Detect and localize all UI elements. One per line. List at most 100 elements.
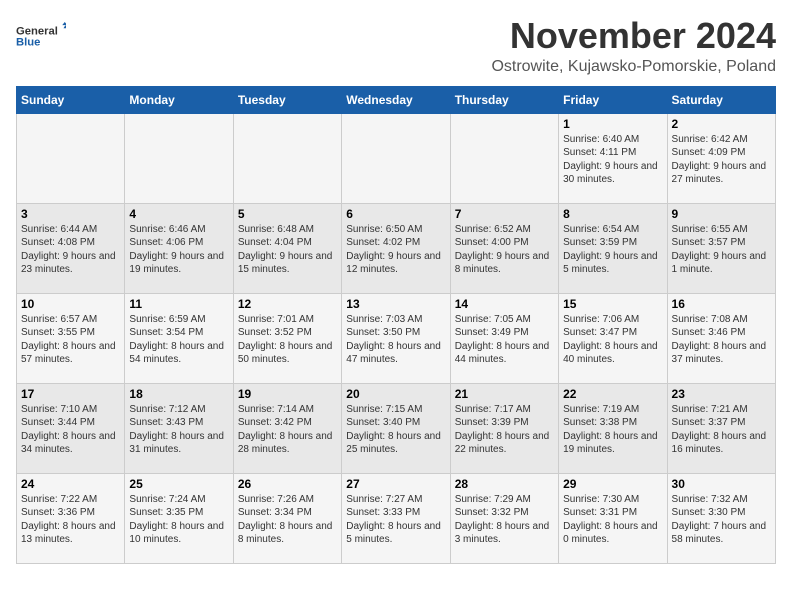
calendar-cell-4-0: 24Sunrise: 7:22 AM Sunset: 3:36 PM Dayli…	[17, 473, 125, 563]
calendar-cell-1-6: 9 Sunrise: 6:55 AM Sunset: 3:57 PM Daylig…	[667, 203, 775, 293]
day-number: 7	[455, 207, 554, 221]
svg-text:General: General	[16, 25, 58, 37]
day-info: Sunrise: 6:40 AM Sunset: 4:11 PM Dayligh…	[563, 133, 662, 187]
weekday-header-friday: Friday	[559, 86, 667, 113]
day-number: 10	[21, 297, 120, 311]
logo-svg: General Blue	[16, 16, 66, 56]
calendar-cell-1-1: 4Sunrise: 6:46 AM Sunset: 4:06 PM Daylig…	[125, 203, 233, 293]
calendar-cell-3-1: 18 Sunrise: 7:12 AM Sunset: 3:43 PM Dayli…	[125, 383, 233, 473]
day-number: 1	[563, 117, 662, 131]
day-info: Sunrise: 7:12 AM Sunset: 3:43 PM Dayligh…	[129, 403, 228, 457]
calendar-cell-2-4: 14Sunrise: 7:05 AM Sunset: 3:49 PM Dayli…	[450, 293, 558, 383]
calendar-cell-2-2: 12Sunrise: 7:01 AM Sunset: 3:52 PM Dayli…	[233, 293, 341, 383]
week-row-2: 3 Sunrise: 6:44 AM Sunset: 4:08 PM Daylig…	[17, 203, 776, 293]
calendar-cell-0-0	[17, 113, 125, 203]
day-info: Sunrise: 6:50 AM Sunset: 4:02 PM Dayligh…	[346, 223, 445, 277]
calendar-cell-4-5: 29 Sunrise: 7:30 AM Sunset: 3:31 PM Dayli…	[559, 473, 667, 563]
calendar-table: SundayMondayTuesdayWednesdayThursdayFrid…	[16, 86, 776, 564]
location: Ostrowite, Kujawsko-Pomorskie, Poland	[491, 58, 776, 76]
title-block: November 2024 Ostrowite, Kujawsko-Pomors…	[491, 16, 776, 76]
day-number: 28	[455, 477, 554, 491]
calendar-cell-0-2	[233, 113, 341, 203]
calendar-cell-2-3: 13Sunrise: 7:03 AM Sunset: 3:50 PM Dayli…	[342, 293, 450, 383]
day-info: Sunrise: 6:57 AM Sunset: 3:55 PM Dayligh…	[21, 313, 120, 367]
month-title: November 2024	[491, 16, 776, 56]
calendar-cell-3-6: 23 Sunrise: 7:21 AM Sunset: 3:37 PM Dayli…	[667, 383, 775, 473]
calendar-cell-1-3: 6 Sunrise: 6:50 AM Sunset: 4:02 PM Daylig…	[342, 203, 450, 293]
calendar-cell-0-6: 2 Sunrise: 6:42 AM Sunset: 4:09 PM Daylig…	[667, 113, 775, 203]
day-info: Sunrise: 6:48 AM Sunset: 4:04 PM Dayligh…	[238, 223, 337, 277]
day-number: 22	[563, 387, 662, 401]
day-info: Sunrise: 7:14 AM Sunset: 3:42 PM Dayligh…	[238, 403, 337, 457]
day-info: Sunrise: 7:32 AM Sunset: 3:30 PM Dayligh…	[672, 493, 771, 547]
calendar-cell-2-6: 16 Sunrise: 7:08 AM Sunset: 3:46 PM Dayli…	[667, 293, 775, 383]
weekday-header-row: SundayMondayTuesdayWednesdayThursdayFrid…	[17, 86, 776, 113]
day-info: Sunrise: 7:01 AM Sunset: 3:52 PM Dayligh…	[238, 313, 337, 367]
calendar-cell-1-4: 7 Sunrise: 6:52 AM Sunset: 4:00 PM Daylig…	[450, 203, 558, 293]
day-number: 3	[21, 207, 120, 221]
day-info: Sunrise: 7:22 AM Sunset: 3:36 PM Dayligh…	[21, 493, 120, 547]
logo: General Blue	[16, 16, 66, 56]
day-info: Sunrise: 7:27 AM Sunset: 3:33 PM Dayligh…	[346, 493, 445, 547]
day-info: Sunrise: 6:52 AM Sunset: 4:00 PM Dayligh…	[455, 223, 554, 277]
day-number: 14	[455, 297, 554, 311]
day-number: 2	[672, 117, 771, 131]
day-number: 11	[129, 297, 228, 311]
day-info: Sunrise: 6:55 AM Sunset: 3:57 PM Dayligh…	[672, 223, 771, 277]
day-info: Sunrise: 7:19 AM Sunset: 3:38 PM Dayligh…	[563, 403, 662, 457]
day-info: Sunrise: 7:26 AM Sunset: 3:34 PM Dayligh…	[238, 493, 337, 547]
calendar-cell-0-4	[450, 113, 558, 203]
day-info: Sunrise: 7:30 AM Sunset: 3:31 PM Dayligh…	[563, 493, 662, 547]
day-info: Sunrise: 6:44 AM Sunset: 4:08 PM Dayligh…	[21, 223, 120, 277]
day-info: Sunrise: 7:08 AM Sunset: 3:46 PM Dayligh…	[672, 313, 771, 367]
calendar-cell-4-3: 27 Sunrise: 7:27 AM Sunset: 3:33 PM Dayli…	[342, 473, 450, 563]
day-number: 15	[563, 297, 662, 311]
calendar-cell-3-4: 21Sunrise: 7:17 AM Sunset: 3:39 PM Dayli…	[450, 383, 558, 473]
calendar-cell-3-5: 22 Sunrise: 7:19 AM Sunset: 3:38 PM Dayli…	[559, 383, 667, 473]
day-number: 16	[672, 297, 771, 311]
day-number: 19	[238, 387, 337, 401]
day-info: Sunrise: 6:42 AM Sunset: 4:09 PM Dayligh…	[672, 133, 771, 187]
week-row-4: 17Sunrise: 7:10 AM Sunset: 3:44 PM Dayli…	[17, 383, 776, 473]
day-info: Sunrise: 7:29 AM Sunset: 3:32 PM Dayligh…	[455, 493, 554, 547]
svg-text:Blue: Blue	[16, 37, 40, 49]
calendar-cell-2-5: 15 Sunrise: 7:06 AM Sunset: 3:47 PM Dayli…	[559, 293, 667, 383]
calendar-cell-0-3	[342, 113, 450, 203]
calendar-cell-2-1: 11Sunrise: 6:59 AM Sunset: 3:54 PM Dayli…	[125, 293, 233, 383]
calendar-cell-3-3: 20Sunrise: 7:15 AM Sunset: 3:40 PM Dayli…	[342, 383, 450, 473]
day-info: Sunrise: 7:10 AM Sunset: 3:44 PM Dayligh…	[21, 403, 120, 457]
calendar-cell-4-6: 30 Sunrise: 7:32 AM Sunset: 3:30 PM Dayli…	[667, 473, 775, 563]
day-number: 18	[129, 387, 228, 401]
calendar-cell-4-2: 26 Sunrise: 7:26 AM Sunset: 3:34 PM Dayli…	[233, 473, 341, 563]
calendar-cell-4-4: 28 Sunrise: 7:29 AM Sunset: 3:32 PM Dayli…	[450, 473, 558, 563]
weekday-header-thursday: Thursday	[450, 86, 558, 113]
day-number: 21	[455, 387, 554, 401]
day-number: 20	[346, 387, 445, 401]
day-number: 23	[672, 387, 771, 401]
day-info: Sunrise: 6:54 AM Sunset: 3:59 PM Dayligh…	[563, 223, 662, 277]
day-info: Sunrise: 7:06 AM Sunset: 3:47 PM Dayligh…	[563, 313, 662, 367]
week-row-1: 1 Sunrise: 6:40 AM Sunset: 4:11 PM Daylig…	[17, 113, 776, 203]
day-number: 6	[346, 207, 445, 221]
day-number: 8	[563, 207, 662, 221]
day-number: 30	[672, 477, 771, 491]
page-header: General Blue November 2024 Ostrowite, Ku…	[16, 16, 776, 76]
weekday-header-sunday: Sunday	[17, 86, 125, 113]
calendar-cell-3-0: 17Sunrise: 7:10 AM Sunset: 3:44 PM Dayli…	[17, 383, 125, 473]
week-row-3: 10 Sunrise: 6:57 AM Sunset: 3:55 PM Dayli…	[17, 293, 776, 383]
day-number: 27	[346, 477, 445, 491]
weekday-header-wednesday: Wednesday	[342, 86, 450, 113]
day-number: 9	[672, 207, 771, 221]
day-number: 29	[563, 477, 662, 491]
day-info: Sunrise: 7:21 AM Sunset: 3:37 PM Dayligh…	[672, 403, 771, 457]
day-info: Sunrise: 7:03 AM Sunset: 3:50 PM Dayligh…	[346, 313, 445, 367]
calendar-cell-0-1	[125, 113, 233, 203]
calendar-cell-0-5: 1 Sunrise: 6:40 AM Sunset: 4:11 PM Daylig…	[559, 113, 667, 203]
weekday-header-tuesday: Tuesday	[233, 86, 341, 113]
day-number: 26	[238, 477, 337, 491]
calendar-cell-1-2: 5Sunrise: 6:48 AM Sunset: 4:04 PM Daylig…	[233, 203, 341, 293]
day-number: 4	[129, 207, 228, 221]
week-row-5: 24Sunrise: 7:22 AM Sunset: 3:36 PM Dayli…	[17, 473, 776, 563]
calendar-cell-1-0: 3 Sunrise: 6:44 AM Sunset: 4:08 PM Daylig…	[17, 203, 125, 293]
day-number: 25	[129, 477, 228, 491]
